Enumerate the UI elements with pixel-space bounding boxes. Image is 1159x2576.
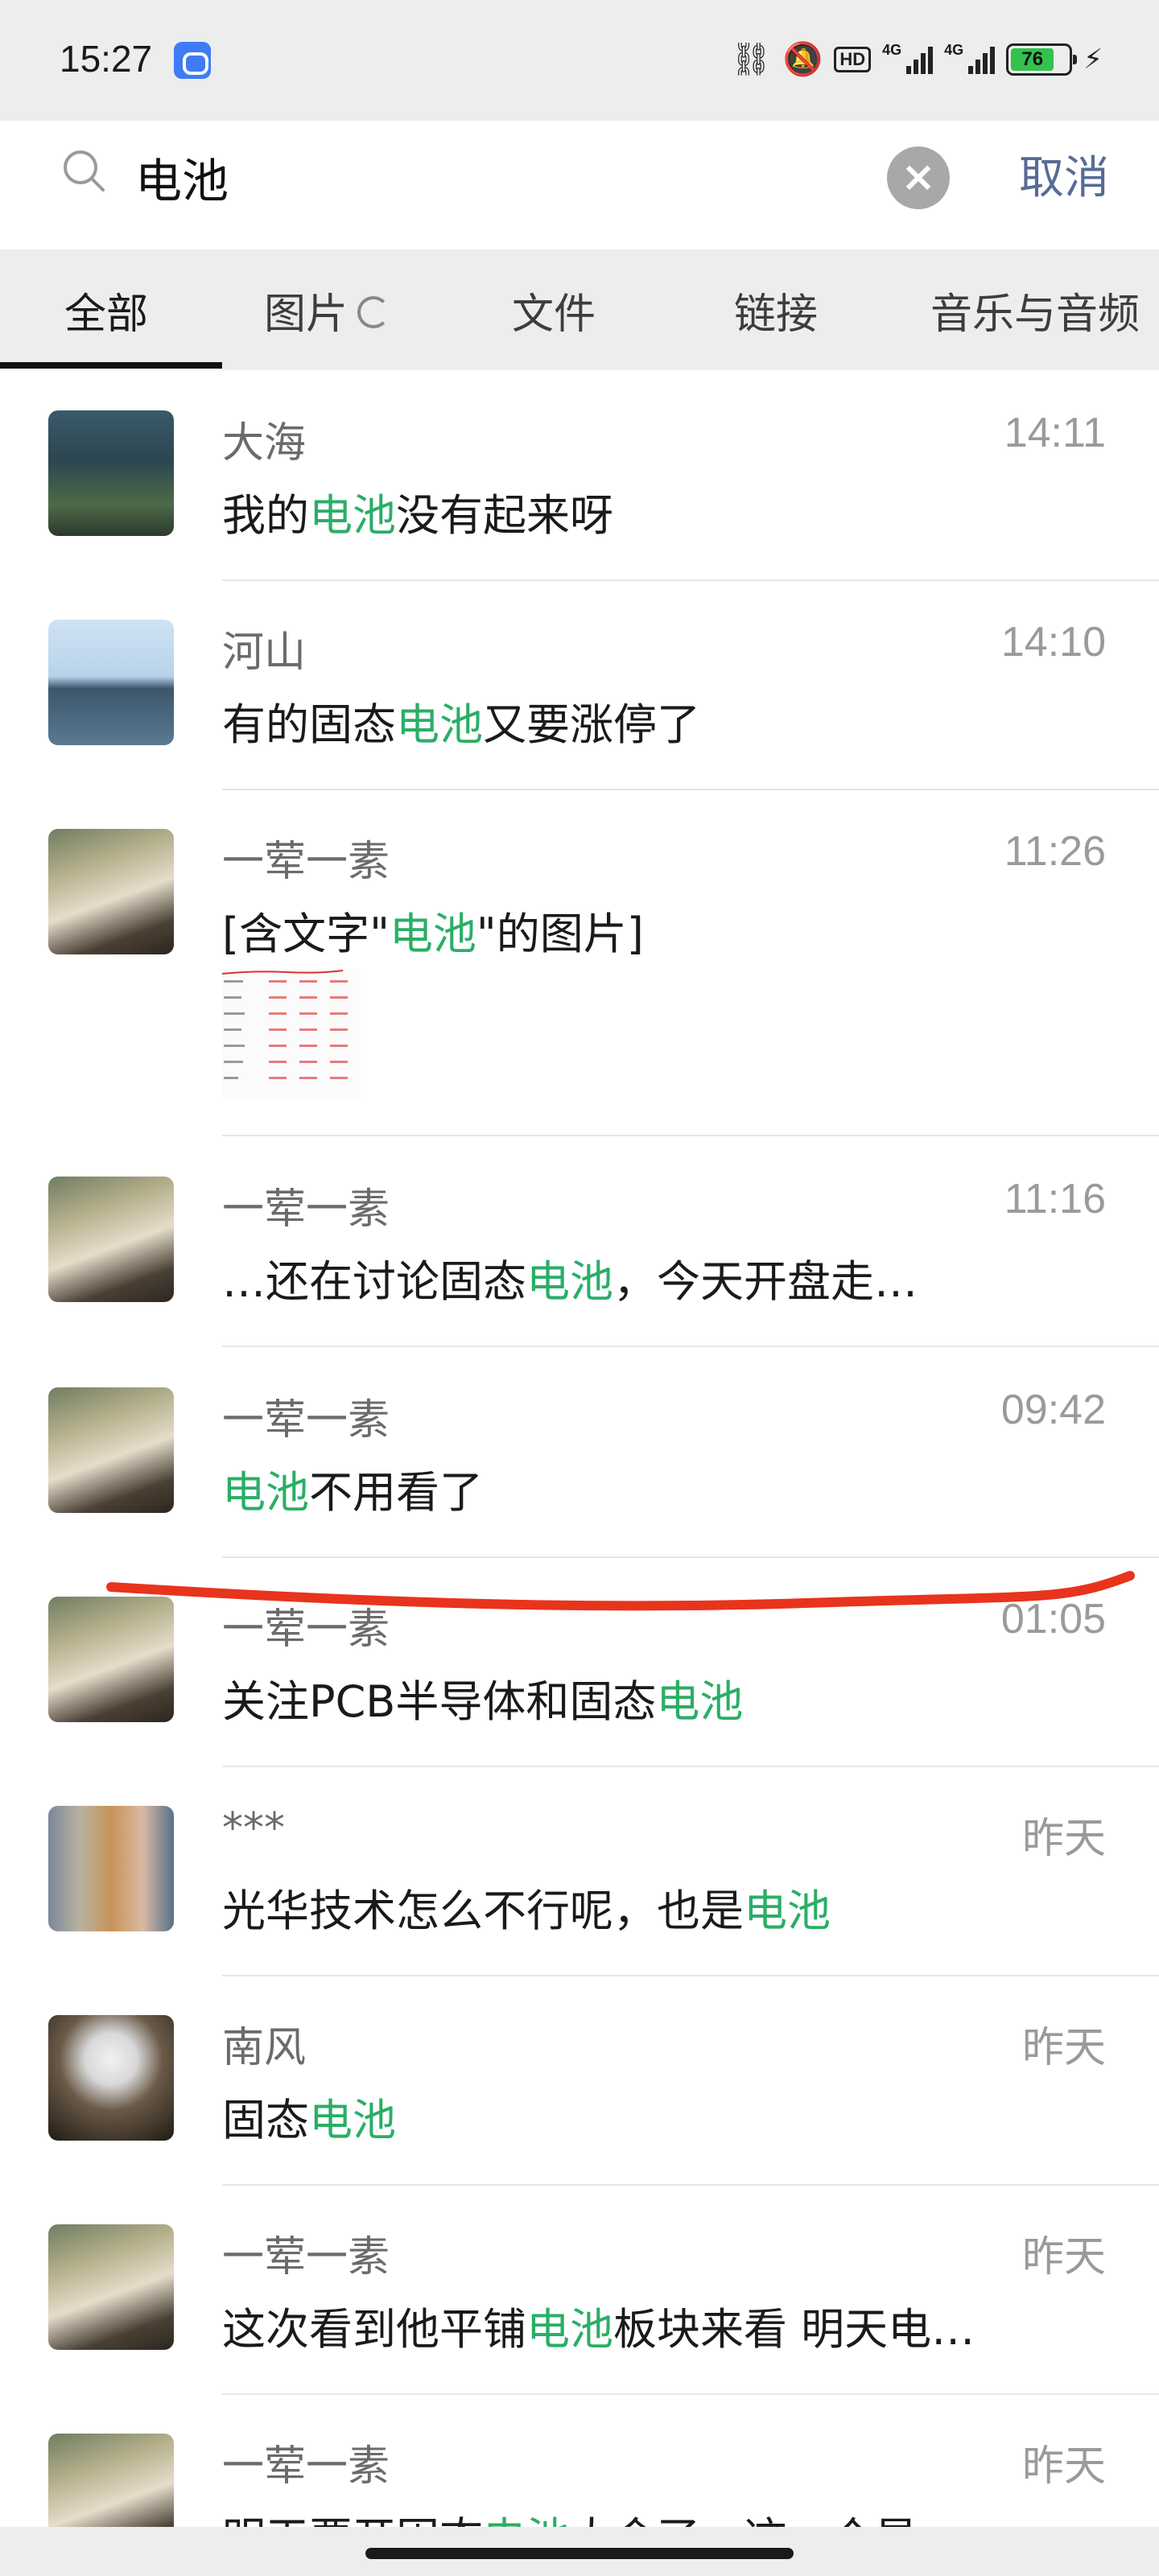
message-time: 昨天	[1021, 2025, 1106, 2071]
tab-links[interactable]: 链接	[734, 280, 818, 340]
status-icons: ⛓ 🔕 HD 4G 4G 76 ⚡	[731, 35, 1103, 84]
message-time: 昨天	[1021, 2234, 1106, 2281]
message-time: 昨天	[1021, 2443, 1106, 2490]
search-icon	[64, 150, 105, 192]
battery-icon: 76	[1006, 43, 1078, 76]
message-text: 有的固态电池又要涨停了	[222, 699, 700, 750]
signal-label-2: 4G	[944, 42, 964, 58]
result-row[interactable]: 南风 昨天 固态电池	[0, 1976, 1159, 2186]
contact-name: ***	[222, 1804, 285, 1853]
tab-images-label: 图片	[264, 291, 349, 339]
search-box[interactable]: 电池 ×	[37, 122, 980, 221]
link-icon: ⛓	[730, 41, 772, 78]
image-thumbnail[interactable]	[222, 969, 361, 1098]
hd-icon: HD	[834, 47, 872, 72]
message-text: …还在讨论固态电池，今天开盘走…	[222, 1256, 918, 1307]
result-row[interactable]: 大海 14:11 我的电池没有起来呀	[0, 370, 1159, 581]
result-row[interactable]: 一荤一素 11:26 [含文字"电池"的图片]	[0, 790, 1159, 1136]
contact-name: 一荤一素	[222, 2233, 390, 2281]
message-time: 14:11	[1004, 410, 1106, 456]
person-avatar	[48, 1177, 174, 1302]
art-avatar	[48, 1806, 174, 1931]
message-text: 光华技术怎么不行呢，也是电池	[222, 1886, 831, 1936]
message-time: 11:26	[1004, 828, 1106, 875]
tab-images[interactable]: 图片	[264, 280, 390, 340]
red-annotation-stroke	[106, 1571, 1135, 1611]
signal-label-1: 4G	[882, 42, 902, 58]
clear-icon[interactable]: ×	[887, 146, 950, 209]
tab-all[interactable]: 全部	[64, 280, 148, 340]
message-time: 14:10	[1000, 619, 1106, 666]
contact-name: 一荤一素	[222, 1396, 390, 1445]
filter-tabs: 全部 图片 文件 链接 音乐与音频	[0, 249, 1159, 370]
search-input[interactable]: 电池	[135, 143, 229, 211]
result-row[interactable]: 一荤一素 09:42 电池不用看了	[0, 1347, 1159, 1558]
contact-name: 南风	[222, 2024, 307, 2072]
app-notification-icon	[174, 42, 211, 79]
charging-icon: ⚡	[1083, 43, 1103, 76]
contact-name: 大海	[222, 419, 307, 468]
message-time: 11:16	[1004, 1176, 1106, 1222]
message-text: 关注PCB半导体和固态电池	[222, 1676, 744, 1727]
girl-avatar	[48, 2015, 174, 2141]
sea-avatar	[48, 410, 174, 536]
contact-name: 一荤一素	[222, 838, 390, 886]
cancel-button[interactable]: 取消	[1019, 142, 1109, 207]
message-time: 09:42	[1000, 1387, 1106, 1433]
battery-level: 76	[1011, 48, 1054, 71]
message-text: 电池不用看了	[222, 1467, 483, 1518]
result-row[interactable]: 一荤一素 11:16 …还在讨论固态电池，今天开盘走…	[0, 1136, 1159, 1347]
message-time: 昨天	[1021, 1816, 1106, 1862]
result-row[interactable]: *** 昨天 光华技术怎么不行呢，也是电池	[0, 1767, 1159, 1976]
tab-music-audio[interactable]: 音乐与音频	[930, 280, 1140, 340]
tab-files[interactable]: 文件	[512, 280, 596, 340]
person-avatar	[48, 2224, 174, 2350]
message-text: 我的电池没有起来呀	[222, 490, 613, 541]
status-bar: 15:27 ⛓ 🔕 HD 4G 4G 76 ⚡	[0, 0, 1159, 121]
signal-icon-1: 4G	[882, 42, 934, 74]
person-avatar	[48, 1387, 174, 1513]
signal-icon-2: 4G	[944, 42, 996, 74]
result-row[interactable]: 河山 14:10 有的固态电池又要涨停了	[0, 581, 1159, 790]
lake-avatar	[48, 620, 174, 745]
loading-spinner-icon	[357, 296, 390, 328]
contact-name: 一荤一素	[222, 1185, 390, 1234]
contact-name: 河山	[222, 629, 307, 677]
status-time: 15:27	[60, 38, 153, 80]
message-text: 固态电池	[222, 2095, 396, 2145]
message-text: [含文字"电池"的图片]	[222, 909, 644, 959]
home-indicator[interactable]	[365, 2548, 794, 2559]
active-tab-indicator	[0, 362, 222, 369]
message-text: 这次看到他平铺电池板块来看 明天电…	[222, 2304, 975, 2355]
mute-bell-icon: 🔕	[782, 41, 823, 78]
search-results: 大海 14:11 我的电池没有起来呀 河山 14:10 有的固态电池又要涨停了 …	[0, 370, 1159, 2576]
contact-name: 一荤一素	[222, 2442, 390, 2491]
person-avatar	[48, 829, 174, 954]
result-row[interactable]: 一荤一素 昨天 这次看到他平铺电池板块来看 明天电…	[0, 2186, 1159, 2395]
